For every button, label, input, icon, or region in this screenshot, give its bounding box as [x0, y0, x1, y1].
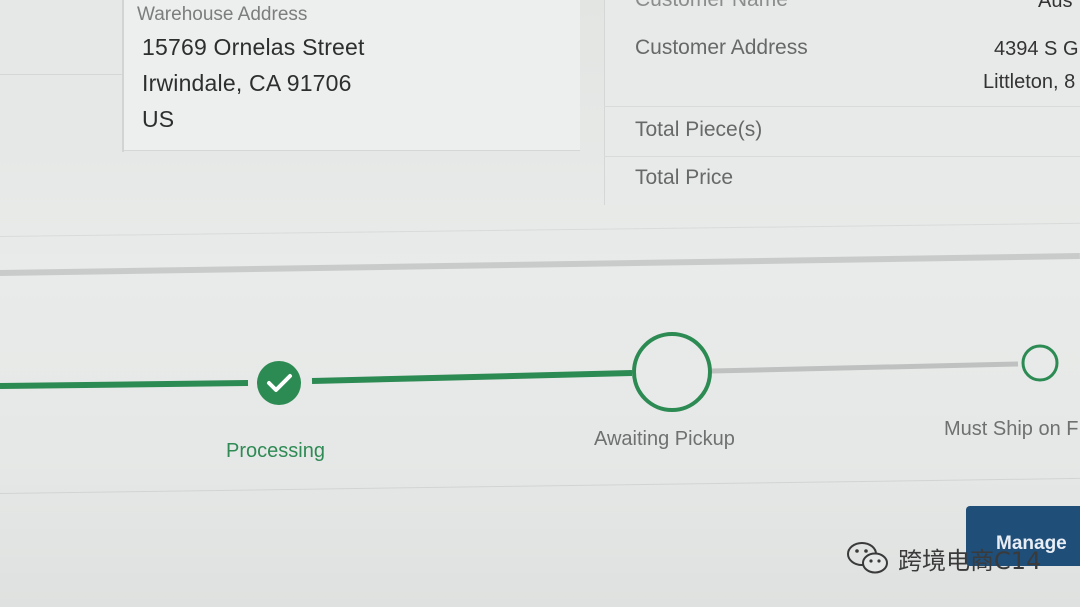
total-pieces-label: Total Piece(s)	[635, 118, 763, 141]
step-processing-label: Processing	[226, 440, 325, 462]
watermark: 跨境电商C14	[846, 538, 1041, 578]
warehouse-address-line1: 15769 Ornelas Street	[142, 34, 365, 60]
step-must-ship-label: Must Ship on F	[944, 418, 1079, 440]
progress-line-upcoming	[711, 361, 1019, 374]
warehouse-address-line3: US	[142, 106, 175, 132]
step-processing-marker	[257, 361, 301, 405]
step-must-ship-marker	[1021, 344, 1059, 382]
warehouse-address-line2: Irwindale, CA 91706	[142, 70, 352, 96]
customer-name-value: Aus	[1038, 0, 1073, 12]
watermark-text: 跨境电商C14	[898, 546, 1042, 575]
section-divider	[0, 253, 1080, 276]
step-awaiting-pickup-label: Awaiting Pickup	[594, 428, 735, 450]
wechat-icon	[847, 542, 888, 574]
total-price-label: Total Price	[635, 166, 734, 189]
step-awaiting-pickup-marker	[632, 332, 712, 412]
customer-address-line2: Littleton, 8	[983, 71, 1076, 93]
summary-row-divider	[604, 106, 1080, 107]
customer-address-label: Customer Address	[635, 36, 808, 59]
left-panel	[0, 0, 124, 152]
progress-line-complete	[0, 380, 249, 389]
customer-name-label: Customer Name	[635, 0, 788, 12]
customer-address-line1: 4394 S G	[994, 38, 1079, 60]
progress-line-complete	[311, 370, 633, 384]
order-progress-tracker	[0, 332, 1059, 412]
left-panel-divider	[0, 74, 122, 75]
section-divider-faint	[0, 222, 1080, 237]
summary-row-divider	[604, 156, 1080, 157]
warehouse-address-label: Warehouse Address	[137, 4, 308, 25]
